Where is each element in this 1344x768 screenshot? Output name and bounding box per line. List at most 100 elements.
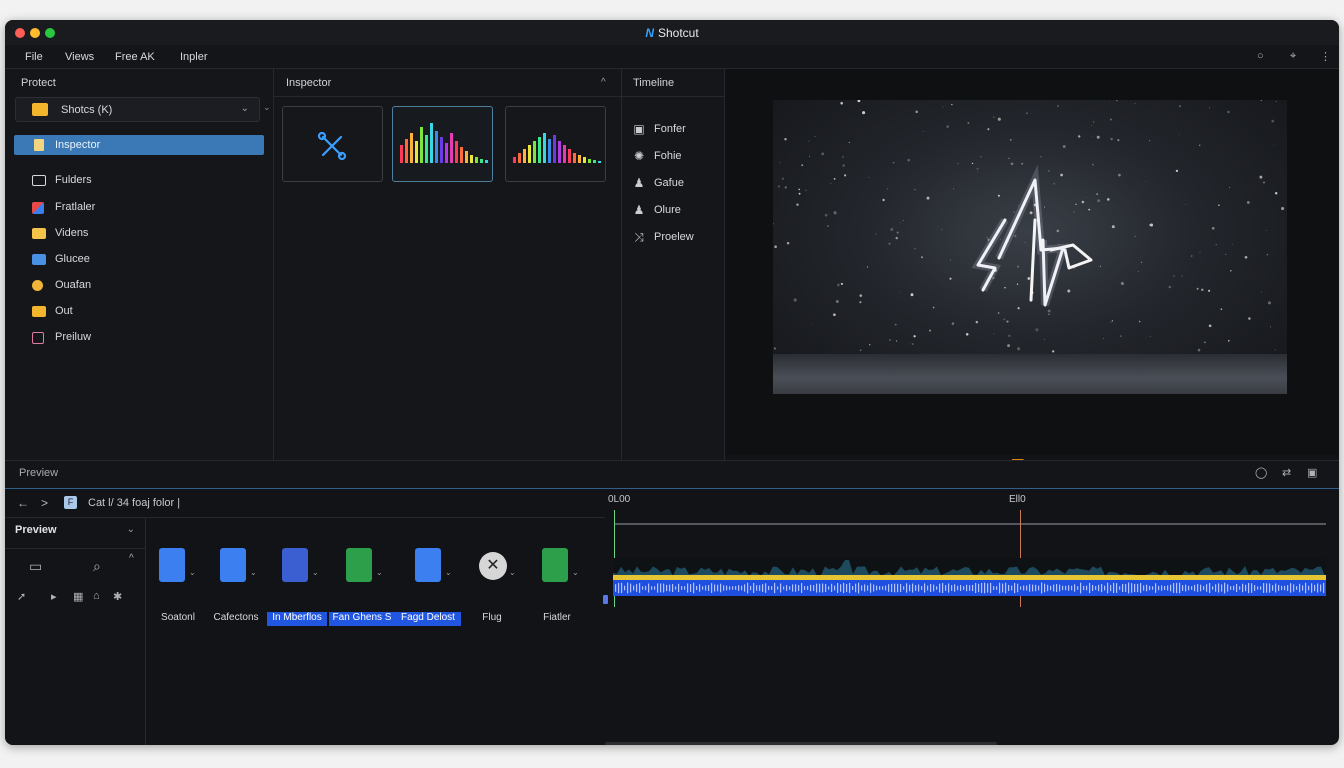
tools-icon: [317, 131, 347, 161]
path-file-icon: F: [64, 496, 77, 509]
file-browser: ⌄ Soatonl ⌄ Cafectons ⌄ In Mberflos ⌄ Fan Ghens…: [146, 518, 601, 745]
project-item-label: Fratlaler: [55, 201, 96, 213]
spectrum-bar: [430, 123, 433, 163]
spectrum-bar: [528, 145, 531, 163]
timeline-ruler[interactable]: [615, 523, 1326, 525]
next-icon[interactable]: ▸: [51, 590, 57, 603]
document-icon: [34, 139, 44, 151]
chevron-down-icon[interactable]: ⌄: [127, 524, 135, 535]
home-icon[interactable]: ⌂: [93, 590, 100, 602]
spectrum-bar: [533, 141, 536, 163]
inspector-panel-title: Inspector: [286, 77, 332, 89]
clip-waveform: [615, 582, 1325, 594]
chevron-down-icon[interactable]: ⌄: [445, 568, 452, 577]
file-label: Cafectons: [213, 612, 259, 623]
project-panel: Protect: [5, 69, 274, 460]
gear-icon: ✺: [633, 149, 645, 163]
spectrum-bar: [415, 141, 418, 163]
panel-layout-icon[interactable]: ▭: [29, 558, 42, 575]
project-item-label: Out: [55, 305, 73, 317]
spectrum-bar: [578, 155, 581, 163]
circle-icon[interactable]: ○: [1257, 50, 1264, 62]
project-item-label: Ouafan: [55, 279, 92, 291]
circle-icon[interactable]: ◯: [1255, 466, 1267, 479]
file-item[interactable]: ⌄: [149, 548, 213, 608]
file-label: Flug: [482, 612, 502, 623]
inspector-thumb-spectrum[interactable]: [392, 106, 493, 182]
timeline-tracks[interactable]: 0L00 Ell0: [601, 490, 1339, 745]
swap-icon[interactable]: ⇄: [1282, 466, 1291, 479]
horizontal-scrollbar[interactable]: [605, 742, 997, 745]
chevron-down-icon[interactable]: ⌄: [189, 568, 196, 577]
project-dropdown[interactable]: Shotcs (K) ⌄: [15, 97, 260, 122]
project-panel-title: Protect: [21, 77, 56, 89]
pin-icon[interactable]: ⌖: [1290, 50, 1296, 63]
project-item-label: Preiluw: [55, 331, 92, 343]
magic-icon[interactable]: ✱: [113, 590, 122, 603]
file-label: Soatonl: [161, 612, 195, 623]
document-icon: [346, 548, 372, 582]
chevron-down-icon[interactable]: ⌄: [509, 568, 516, 577]
document-icon: [159, 548, 185, 582]
grid-icon[interactable]: ▦: [73, 590, 83, 603]
display-icon[interactable]: ▣: [1307, 466, 1317, 479]
folder-icon: [32, 103, 48, 116]
menu-file[interactable]: File: [25, 51, 43, 63]
inspector-thumb-tools[interactable]: [282, 106, 383, 182]
clip-header-strip: [613, 575, 1326, 580]
spectrum-bar: [553, 135, 556, 163]
file-item[interactable]: ✕ ⌄: [469, 548, 533, 608]
chrome-icon: [32, 280, 43, 291]
chevron-down-icon[interactable]: ⌄: [376, 568, 383, 577]
spectrum-bar: [573, 153, 576, 163]
more-icon[interactable]: ⋮: [1320, 50, 1331, 63]
spectrum-bar: [445, 143, 448, 163]
spectrum-bar: [425, 135, 428, 163]
file-item[interactable]: ⌄: [405, 548, 469, 608]
document-icon: [415, 548, 441, 582]
window-title: N Shotcut: [5, 26, 1339, 40]
spectrum-bar: [465, 151, 468, 163]
spectrum-bar: [518, 153, 521, 163]
preview-sidebar-title: Preview: [15, 524, 57, 536]
project-item-label: Videns: [55, 227, 89, 239]
search-icon[interactable]: ⌕: [93, 558, 101, 575]
title-bar: N Shotcut: [5, 20, 1339, 45]
breadcrumb-path: Cat l/ 34 foaj folor |: [88, 497, 181, 509]
file-item[interactable]: ⌄: [532, 548, 596, 608]
chevron-down-icon[interactable]: ⌄: [250, 568, 257, 577]
collapse-icon[interactable]: ^: [601, 77, 606, 88]
spectrum-bar: [450, 133, 453, 163]
project-item-label: Glucee: [55, 253, 90, 265]
spectrum-bar: [513, 157, 516, 163]
chevron-up-icon[interactable]: ^: [129, 553, 134, 564]
spectrum-bar: [563, 145, 566, 163]
timeline-panel-title: Timeline: [633, 77, 675, 89]
spectrum-bar: [583, 157, 586, 163]
spectrum-bar: [410, 133, 413, 163]
spectrum-icon: [400, 123, 488, 163]
folder-icon: [32, 306, 46, 317]
file-item[interactable]: ⌄: [336, 548, 400, 608]
menu-free-ak[interactable]: Free AK: [115, 51, 155, 63]
chevron-down-icon[interactable]: ⌄: [572, 568, 579, 577]
menu-views[interactable]: Views: [65, 51, 94, 63]
chevron-down-icon[interactable]: ⌄: [312, 568, 319, 577]
menu-inpler[interactable]: Inpler: [180, 51, 208, 63]
inspector-thumb-equalizer[interactable]: [505, 106, 606, 182]
forward-arrow-icon[interactable]: >: [41, 496, 48, 510]
file-item[interactable]: ⌄: [272, 548, 336, 608]
audio-clip[interactable]: [613, 575, 1326, 596]
multicolor-icon: [32, 202, 44, 214]
panel-menu-icon[interactable]: ⌄: [263, 102, 271, 113]
file-item[interactable]: ⌄: [210, 548, 274, 608]
back-arrow-icon[interactable]: ←: [17, 496, 29, 510]
spectrum-bar: [480, 159, 483, 163]
spectrum-bar: [440, 137, 443, 163]
project-item-inspector[interactable]: Inspector: [14, 135, 264, 155]
video-viewer[interactable]: [725, 69, 1339, 455]
file-label: Fiatler: [543, 612, 571, 623]
spectrum-bar: [475, 157, 478, 163]
pointer-icon[interactable]: ➚: [17, 590, 26, 603]
track-handle[interactable]: [603, 595, 608, 604]
